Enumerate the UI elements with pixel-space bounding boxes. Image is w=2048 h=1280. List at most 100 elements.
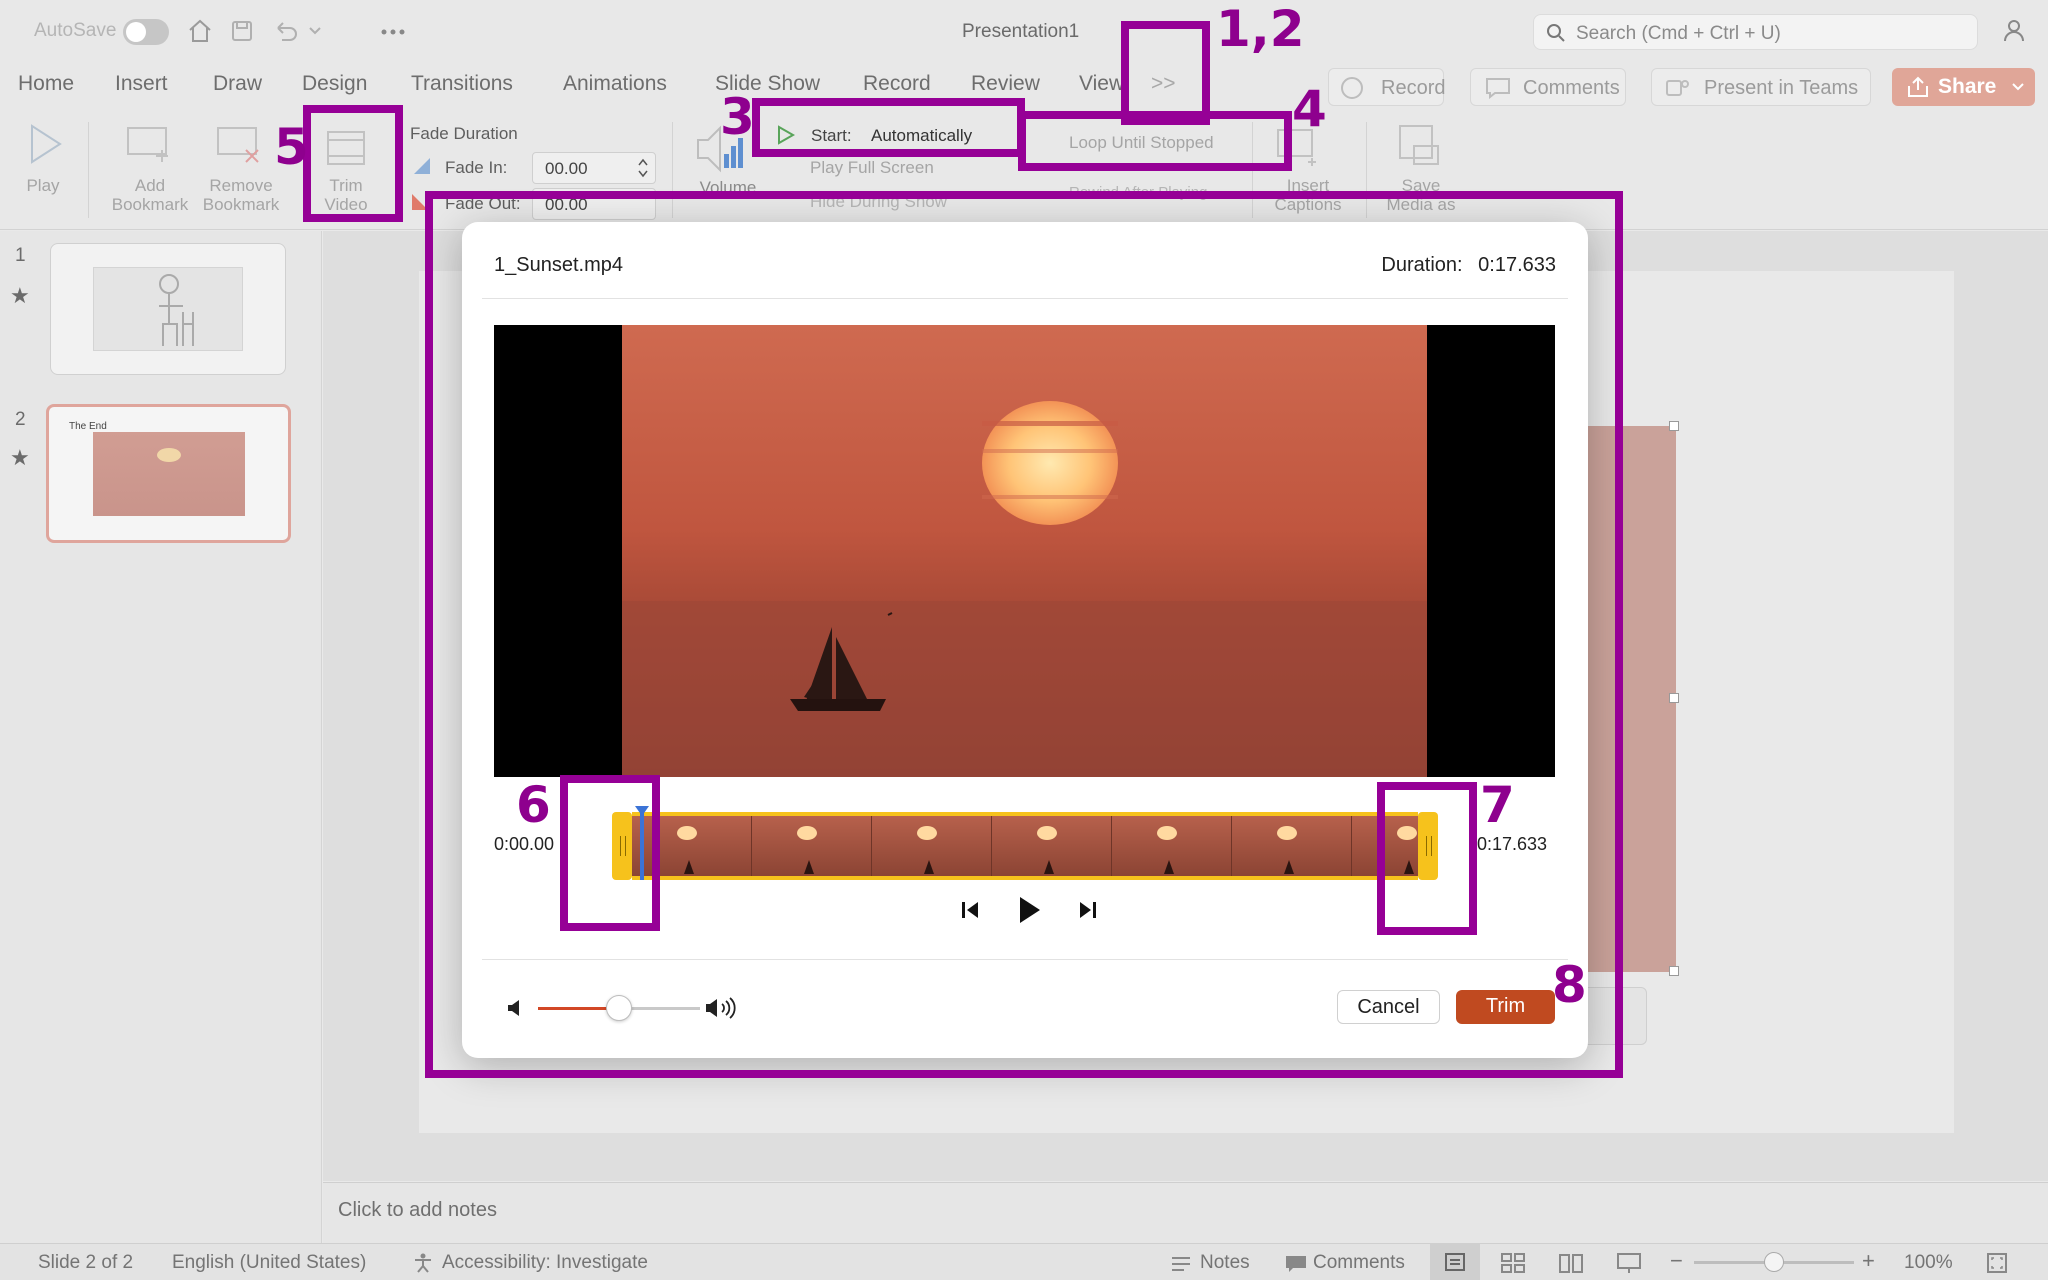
fade-in-label: Fade In: xyxy=(445,158,508,177)
tab-home[interactable]: Home xyxy=(18,72,74,96)
record-button[interactable]: Record xyxy=(1328,68,1446,106)
animation-star-icon: ★ xyxy=(10,283,30,308)
annotation-box-trim-video xyxy=(303,105,403,222)
present-in-teams-label: Present in Teams xyxy=(1704,77,1859,99)
annotation-label: 6 xyxy=(516,776,551,834)
chevron-down-icon xyxy=(2012,83,2024,91)
undo-icon[interactable] xyxy=(272,18,300,44)
slide-panel: 1 ★ 2 ★ The End xyxy=(0,231,322,1243)
zoom-slider-knob[interactable] xyxy=(1764,1252,1784,1272)
search-placeholder: Search (Cmd + Ctrl + U) xyxy=(1576,23,1781,44)
annotation-box-start xyxy=(752,98,1025,157)
annotation-label: 4 xyxy=(1292,80,1327,138)
sun-shape xyxy=(157,448,181,462)
zoom-slider[interactable] xyxy=(1694,1252,1854,1272)
comment-icon[interactable] xyxy=(1284,1254,1308,1274)
share-button[interactable]: Share xyxy=(1892,68,2035,106)
zoom-out-button[interactable]: − xyxy=(1670,1248,1683,1274)
notes-icon[interactable] xyxy=(1170,1254,1192,1274)
account-icon[interactable] xyxy=(2002,18,2030,44)
share-icon xyxy=(1908,76,1928,97)
annotation-box-start-handle xyxy=(560,775,660,931)
tab-animations[interactable]: Animations xyxy=(563,72,667,96)
play-icon[interactable] xyxy=(28,124,64,164)
remove-bookmark-label[interactable]: Remove Bookmark xyxy=(196,176,286,214)
remove-bookmark-icon[interactable] xyxy=(216,126,262,164)
status-bar: Slide 2 of 2 English (United States) Acc… xyxy=(0,1243,2048,1280)
slide-sorter-icon[interactable] xyxy=(1500,1252,1526,1274)
notes-pane[interactable]: Click to add notes xyxy=(323,1182,2048,1244)
annotation-label: 8 xyxy=(1552,956,1587,1014)
resize-handle[interactable] xyxy=(1669,421,1679,431)
record-icon xyxy=(1341,77,1363,99)
tab-draw[interactable]: Draw xyxy=(213,72,262,96)
slide-2-video-thumb xyxy=(93,432,245,516)
tab-record[interactable]: Record xyxy=(863,72,931,96)
normal-view-button[interactable] xyxy=(1430,1244,1480,1280)
more-icon[interactable] xyxy=(380,28,406,36)
accessibility-icon[interactable] xyxy=(412,1252,434,1274)
save-icon[interactable] xyxy=(230,19,254,43)
play-label[interactable]: Play xyxy=(18,176,68,195)
zoom-in-button[interactable]: + xyxy=(1862,1248,1875,1274)
search-icon xyxy=(1547,24,1565,42)
add-bookmark-icon[interactable] xyxy=(126,126,172,164)
comment-icon xyxy=(1486,78,1510,99)
fade-in-icon xyxy=(414,158,430,174)
resize-handle[interactable] xyxy=(1669,966,1679,976)
tab-transitions[interactable]: Transitions xyxy=(411,72,513,96)
normal-view-icon xyxy=(1445,1253,1465,1271)
language[interactable]: English (United States) xyxy=(172,1252,366,1274)
slide-2-title: The End xyxy=(69,421,107,432)
annotation-label: 1,2 xyxy=(1216,0,1305,58)
zoom-level[interactable]: 100% xyxy=(1904,1252,1953,1274)
comments-label: Comments xyxy=(1523,77,1620,99)
add-bookmark-label[interactable]: Add Bookmark xyxy=(108,176,192,214)
title-bar: AutoSave Presentation1 Search (Cmd + Ctr… xyxy=(0,0,2048,64)
annotation-box-overflow xyxy=(1121,21,1210,125)
accessibility-status[interactable]: Accessibility: Investigate xyxy=(442,1252,648,1274)
tab-view[interactable]: View xyxy=(1079,72,1121,96)
resize-handle[interactable] xyxy=(1669,693,1679,703)
annotation-label: 3 xyxy=(720,88,755,146)
slide-number: 1 xyxy=(15,245,26,266)
tab-insert[interactable]: Insert xyxy=(115,72,168,96)
comments-toggle[interactable]: Comments xyxy=(1313,1252,1405,1274)
record-label: Record xyxy=(1381,77,1446,99)
play-full-screen-option[interactable]: Play Full Screen xyxy=(810,158,934,178)
undo-dropdown-icon[interactable] xyxy=(309,27,321,35)
fade-in-input[interactable]: 00.00 xyxy=(532,152,656,184)
tab-review[interactable]: Review xyxy=(971,72,1040,96)
home-icon[interactable] xyxy=(187,18,213,44)
autosave-toggle[interactable] xyxy=(123,19,169,45)
stepper-icon[interactable] xyxy=(637,157,649,179)
search-input[interactable]: Search (Cmd + Ctrl + U) xyxy=(1533,14,1978,50)
notes-toggle[interactable]: Notes xyxy=(1200,1252,1250,1274)
annotation-box-end-handle xyxy=(1377,782,1477,935)
teams-icon xyxy=(1666,80,1689,96)
fade-in-value: 00.00 xyxy=(545,159,588,178)
sketch-figure-icon xyxy=(159,274,194,346)
slide-thumbnail-1[interactable] xyxy=(50,243,286,375)
autosave-label: AutoSave xyxy=(34,20,117,41)
annotation-box-loop xyxy=(1018,111,1292,171)
fade-duration-label: Fade Duration xyxy=(410,124,518,143)
annotation-box-dialog xyxy=(425,191,1623,1078)
save-media-icon[interactable] xyxy=(1398,124,1442,168)
present-in-teams-button[interactable]: Present in Teams xyxy=(1651,68,1871,106)
notes-placeholder: Click to add notes xyxy=(338,1199,497,1221)
slideshow-view-icon[interactable] xyxy=(1616,1252,1642,1274)
slide-1-image xyxy=(93,267,243,351)
tab-design[interactable]: Design xyxy=(302,72,367,96)
annotation-label: 7 xyxy=(1480,776,1515,834)
slide-count: Slide 2 of 2 xyxy=(38,1252,134,1273)
share-label: Share xyxy=(1938,75,1997,98)
document-title: Presentation1 xyxy=(962,21,1080,42)
slide-number: 2 xyxy=(15,409,26,430)
annotation-label: 5 xyxy=(274,118,309,176)
slide-thumbnail-2[interactable]: The End xyxy=(46,404,291,543)
fit-to-window-icon[interactable] xyxy=(1986,1252,2008,1274)
animation-star-icon: ★ xyxy=(10,445,30,470)
comments-button[interactable]: Comments xyxy=(1470,68,1626,106)
reading-view-icon[interactable] xyxy=(1558,1252,1584,1274)
